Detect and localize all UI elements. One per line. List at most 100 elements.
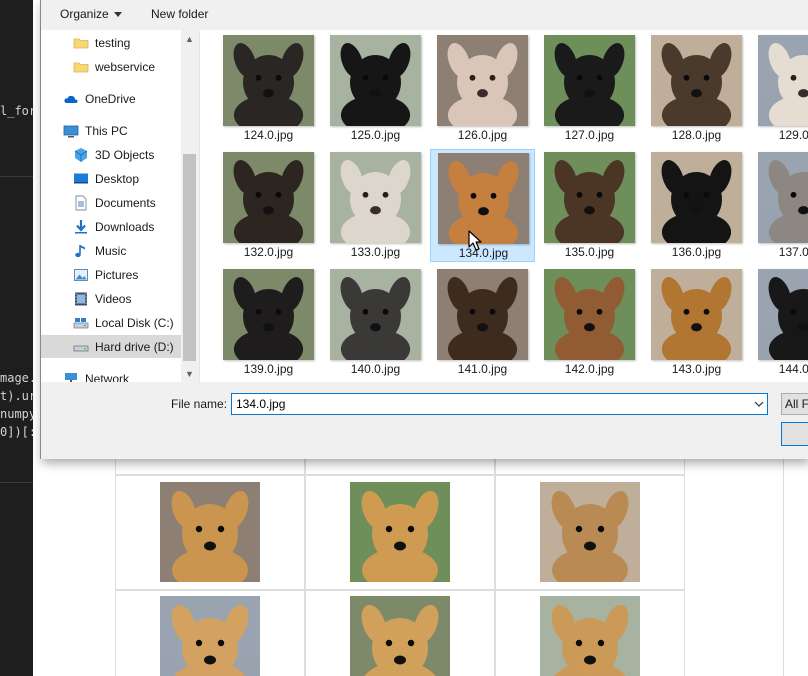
code-editor-background: l_for mage. t).ur numpy 0])[: [0,0,33,676]
file-item[interactable]: 129.0.jpg [751,32,808,145]
nav-item-downloads[interactable]: Downloads [41,215,181,238]
file-item[interactable]: 139.0.jpg [216,266,321,379]
page-border [783,455,784,676]
nav-item-music[interactable]: Music [41,239,181,262]
dog-photo-thumbnail [758,269,808,360]
file-name-label: 124.0.jpg [243,128,294,142]
nav-item-hard-drive-d[interactable]: Hard drive (D:) [41,335,181,358]
new-folder-button[interactable]: New folder [151,7,208,21]
file-item[interactable]: 127.0.jpg [537,32,642,145]
scrollbar-thumb[interactable] [183,154,196,361]
file-item[interactable]: 125.0.jpg [323,32,428,145]
folder-icon [73,59,89,75]
filename-dropdown-button[interactable] [751,394,767,414]
dog-photo-thumbnail [438,153,529,244]
file-item[interactable]: 144.0.jpg [751,266,808,379]
dog-photo-thumbnail [540,596,640,676]
dog-photo-thumbnail [544,269,635,360]
editor-divider [0,482,33,483]
nav-item-label: Local Disk (C:) [95,315,174,330]
hard-drive-icon [73,339,89,355]
file-item[interactable]: 124.0.jpg [216,32,321,145]
filename-input[interactable] [231,393,768,415]
nav-item-pictures[interactable]: Pictures [41,263,181,286]
dog-photo-thumbnail [540,482,640,582]
nav-item-label: Hard drive (D:) [95,339,174,354]
file-item[interactable]: 142.0.jpg [537,266,642,379]
file-item[interactable]: 136.0.jpg [644,149,749,262]
file-item[interactable]: 133.0.jpg [323,149,428,262]
dog-photo-thumbnail [330,152,421,243]
file-name-label: 129.0.jpg [778,128,808,142]
navigation-pane[interactable]: testing webservice OneDrive This PC 3D Objec… [41,30,198,382]
nav-item-testing[interactable]: testing [41,31,181,54]
file-item[interactable]: 135.0.jpg [537,149,642,262]
onedrive-cloud-icon [63,91,79,107]
file-item[interactable]: 128.0.jpg [644,32,749,145]
pictures-icon [73,267,89,283]
editor-line: 0])[: [0,425,33,439]
file-name-label: 126.0.jpg [457,128,508,142]
file-name-label: 141.0.jpg [457,362,508,376]
dog-photo-thumbnail [544,152,635,243]
file-item[interactable]: 137.0.jpg [751,149,808,262]
nav-item-this-pc[interactable]: This PC [41,119,181,142]
file-name-label: 139.0.jpg [243,362,294,376]
editor-divider [0,176,33,177]
dog-photo-thumbnail [160,596,260,676]
dog-photo-thumbnail [437,269,528,360]
file-list-view[interactable]: 124.0.jpg 125.0.jpg 126.0.jpg 127.0.jpg 128.… [199,30,808,382]
dog-photo-thumbnail [651,35,742,126]
nav-item-label: Network [85,371,130,383]
documents-icon [73,195,89,211]
nav-item-label: webservice [95,59,156,74]
file-name-label: 137.0.jpg [778,245,808,259]
file-item[interactable]: 141.0.jpg [430,266,535,379]
chevron-down-icon [113,12,122,18]
open-file-dialog: Organize New folder testing webservice One… [40,0,808,459]
open-button[interactable] [781,422,808,446]
dog-photo-thumbnail [350,482,450,582]
file-item[interactable]: 134.0.jpg [430,149,535,262]
3d-objects-icon [73,147,89,163]
nav-item-label: This PC [85,123,128,138]
nav-item-local-disk-c[interactable]: Local Disk (C:) [41,311,181,334]
dog-photo-thumbnail [544,35,635,126]
nav-item-onedrive[interactable]: OneDrive [41,87,181,110]
filename-label: File name: [171,397,228,411]
file-item[interactable]: 140.0.jpg [323,266,428,379]
file-item[interactable]: 132.0.jpg [216,149,321,262]
nav-item-documents[interactable]: Documents [41,191,181,214]
dog-photo-thumbnail [651,269,742,360]
scroll-up-arrow-icon[interactable]: ▲ [181,30,198,47]
desktop-icon [73,171,89,187]
organize-button[interactable]: Organize [60,7,122,21]
dog-photo-thumbnail [223,269,314,360]
nav-item-3d-objects[interactable]: 3D Objects [41,143,181,166]
file-name-label: 144.0.jpg [778,362,808,376]
file-item[interactable]: 126.0.jpg [430,32,535,145]
nav-item-videos[interactable]: Videos [41,287,181,310]
nav-item-label: OneDrive [85,91,136,106]
network-icon [63,371,79,382]
nav-item-label: Desktop [95,171,140,186]
file-item[interactable]: 143.0.jpg [644,266,749,379]
folder-icon [73,35,89,51]
music-icon [73,243,89,259]
file-name-label: 143.0.jpg [671,362,722,376]
dialog-bottom-bar: File name: All F [41,382,808,459]
file-type-dropdown[interactable]: All F [781,393,808,415]
nav-item-webservice[interactable]: webservice [41,55,181,78]
navigation-scrollbar[interactable]: ▲ ▼ [181,30,198,382]
dog-photo-thumbnail [437,35,528,126]
nav-item-desktop[interactable]: Desktop [41,167,181,190]
file-name-label: 132.0.jpg [243,245,294,259]
scroll-down-arrow-icon[interactable]: ▼ [181,365,198,382]
file-name-label: 133.0.jpg [350,245,401,259]
file-name-label: 135.0.jpg [564,245,615,259]
file-name-label: 128.0.jpg [671,128,722,142]
dog-photo-thumbnail [350,596,450,676]
file-name-label: 136.0.jpg [671,245,722,259]
nav-item-network[interactable]: Network [41,367,181,382]
image-gallery [115,455,685,676]
